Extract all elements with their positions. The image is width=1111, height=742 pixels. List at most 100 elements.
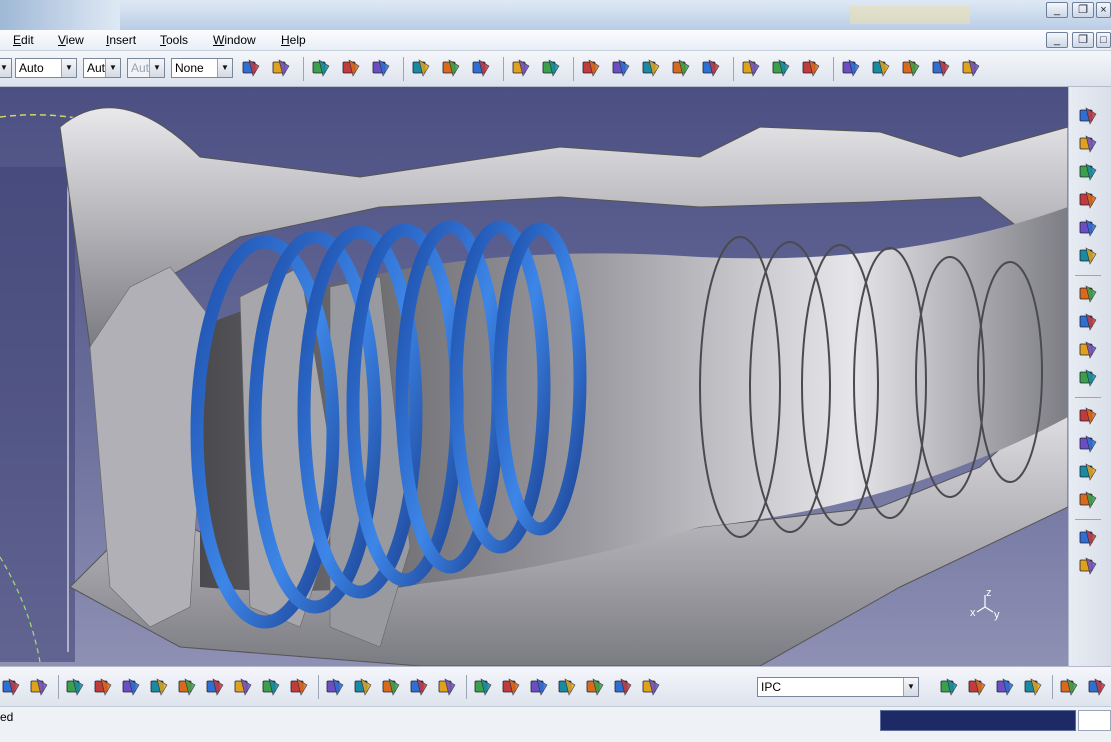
shaft-icon[interactable] bbox=[1077, 161, 1101, 183]
command-extra[interactable] bbox=[1078, 710, 1111, 731]
surface-icon[interactable] bbox=[370, 57, 392, 79]
draft-icon[interactable] bbox=[1077, 339, 1101, 361]
boolean-icon[interactable] bbox=[1077, 433, 1101, 455]
assembly-icon[interactable] bbox=[640, 57, 662, 79]
render-icon[interactable] bbox=[740, 57, 762, 79]
workbench-icon[interactable] bbox=[960, 57, 982, 79]
menu-window[interactable]: Window bbox=[213, 33, 256, 47]
shading-icon[interactable] bbox=[232, 676, 254, 698]
hide-show-icon[interactable] bbox=[260, 676, 282, 698]
pocket-icon[interactable] bbox=[1077, 133, 1101, 155]
thickness-combo[interactable]: Aut ▼ bbox=[83, 58, 121, 78]
parts-icon[interactable] bbox=[610, 57, 632, 79]
pad-icon[interactable] bbox=[1077, 105, 1101, 127]
spline-icon[interactable] bbox=[310, 57, 332, 79]
groove-icon[interactable] bbox=[1077, 189, 1101, 211]
material-icon[interactable] bbox=[770, 57, 792, 79]
toolbar-separator bbox=[833, 57, 834, 81]
color-combo[interactable]: ▼ bbox=[0, 58, 12, 78]
spec-tree-icon[interactable] bbox=[584, 676, 606, 698]
section-icon[interactable] bbox=[528, 676, 550, 698]
doc-restore-button[interactable]: ❐ bbox=[1072, 32, 1094, 48]
zoom-in-icon[interactable] bbox=[120, 676, 142, 698]
hole-icon[interactable] bbox=[1077, 217, 1101, 239]
thickness-icon[interactable] bbox=[1077, 461, 1101, 483]
catalog-icon[interactable] bbox=[580, 57, 602, 79]
chamfer-icon[interactable] bbox=[1077, 311, 1101, 333]
restore-button[interactable]: ❐ bbox=[1072, 2, 1094, 18]
toolbar-separator bbox=[466, 675, 467, 699]
analysis-icon[interactable] bbox=[440, 57, 462, 79]
knowledge-icon[interactable] bbox=[800, 57, 822, 79]
toolbar-separator bbox=[318, 675, 319, 699]
minimize-button[interactable]: _ bbox=[1046, 2, 1068, 18]
close-button[interactable]: × bbox=[1096, 2, 1111, 18]
axis-z-label: z bbox=[986, 587, 992, 599]
sketch-icon[interactable] bbox=[240, 57, 262, 79]
rotate-part-icon[interactable] bbox=[470, 57, 492, 79]
pan-icon[interactable] bbox=[64, 676, 86, 698]
menu-help[interactable]: Help bbox=[281, 33, 306, 47]
constraint-icon[interactable] bbox=[930, 57, 952, 79]
toolbar-separator bbox=[1075, 275, 1101, 276]
snap-icon[interactable] bbox=[870, 57, 892, 79]
menu-bar: Edit View Insert Tools Window Help _ ❐ □ bbox=[0, 30, 1111, 51]
fit-all-icon[interactable] bbox=[28, 676, 50, 698]
mass-icon[interactable] bbox=[994, 676, 1016, 698]
capture-icon[interactable] bbox=[1022, 676, 1044, 698]
menu-tools[interactable]: Tools bbox=[160, 33, 188, 47]
light-icon[interactable] bbox=[612, 676, 634, 698]
normal-view-icon[interactable] bbox=[176, 676, 198, 698]
hand-icon[interactable] bbox=[352, 676, 374, 698]
layers-icon[interactable] bbox=[640, 676, 662, 698]
menu-edit[interactable]: Edit bbox=[13, 33, 34, 47]
curve-icon[interactable] bbox=[340, 57, 362, 79]
3d-viewport[interactable]: z x y bbox=[0, 87, 1068, 666]
cube-icon[interactable] bbox=[472, 676, 494, 698]
linetype-combo[interactable]: Auto ▼ bbox=[15, 58, 77, 78]
eraser-icon[interactable] bbox=[1077, 555, 1101, 577]
properties-icon[interactable] bbox=[966, 676, 988, 698]
point-icon[interactable] bbox=[270, 57, 292, 79]
camera-icon[interactable] bbox=[1058, 676, 1080, 698]
tree-icon[interactable] bbox=[408, 676, 430, 698]
paint-icon[interactable] bbox=[556, 676, 578, 698]
render-style-icon[interactable] bbox=[1086, 676, 1108, 698]
measure-icon[interactable] bbox=[410, 57, 432, 79]
rib-icon[interactable] bbox=[1077, 245, 1101, 267]
zoom-out-icon[interactable] bbox=[148, 676, 170, 698]
layer-combo[interactable]: None ▼ bbox=[171, 58, 233, 78]
fly-mode-icon[interactable] bbox=[0, 676, 22, 698]
fillet-icon[interactable] bbox=[1077, 283, 1101, 305]
fit-icon[interactable] bbox=[840, 57, 862, 79]
grid-view-icon[interactable] bbox=[436, 676, 458, 698]
shell-icon[interactable] bbox=[1077, 367, 1101, 389]
box-icon[interactable] bbox=[500, 676, 522, 698]
pattern-icon[interactable] bbox=[1077, 405, 1101, 427]
layer-filter-icon[interactable] bbox=[938, 676, 960, 698]
doc-close-button[interactable]: □ bbox=[1096, 32, 1111, 48]
current-layer-combo[interactable]: IPC ▼ bbox=[757, 677, 919, 697]
graphic-properties-toolbar: ▼ Auto ▼ Aut ▼ Aut ▼ None ▼ bbox=[0, 51, 1111, 87]
swap-space-icon[interactable] bbox=[288, 676, 310, 698]
gear-icon[interactable] bbox=[700, 57, 722, 79]
menu-insert[interactable]: Insert bbox=[106, 33, 136, 47]
title-bar-glow bbox=[0, 0, 120, 30]
manipulate-icon[interactable] bbox=[900, 57, 922, 79]
toolbar-separator bbox=[1052, 675, 1053, 699]
menu-view[interactable]: View bbox=[58, 33, 84, 47]
refresh-icon[interactable] bbox=[324, 676, 346, 698]
compass-tool-icon[interactable] bbox=[540, 57, 562, 79]
axis-icon[interactable] bbox=[380, 676, 402, 698]
split-icon[interactable] bbox=[1077, 489, 1101, 511]
command-input[interactable] bbox=[880, 710, 1076, 731]
quick-view-icon[interactable] bbox=[204, 676, 226, 698]
status-message: ed bbox=[0, 710, 14, 724]
rotate-icon[interactable] bbox=[92, 676, 114, 698]
toolbar-separator bbox=[303, 57, 304, 81]
doc-minimize-button[interactable]: _ bbox=[1046, 32, 1068, 48]
apply-material-icon[interactable] bbox=[1077, 527, 1101, 549]
product-icon[interactable] bbox=[670, 57, 692, 79]
grid-icon[interactable] bbox=[510, 57, 532, 79]
engine-model: z x y bbox=[0, 107, 1068, 666]
